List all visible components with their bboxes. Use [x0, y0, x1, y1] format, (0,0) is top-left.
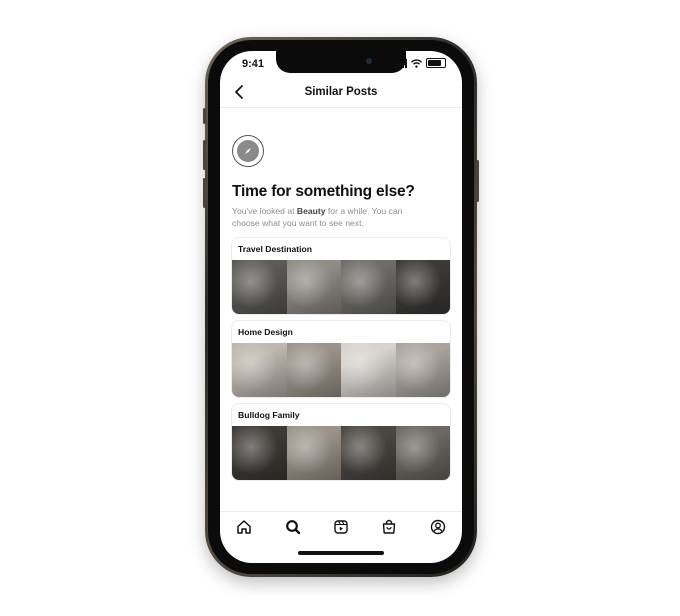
topic-name: Beauty — [296, 206, 326, 216]
page-title: Similar Posts — [304, 86, 378, 98]
topic-card-travel-destination[interactable]: Travel Destination — [231, 237, 451, 315]
thumbnail-image — [341, 426, 396, 480]
thumbnail-image — [232, 260, 287, 314]
compass-icon — [232, 135, 264, 167]
thumbnail-image — [395, 260, 450, 314]
tab-bar — [220, 511, 462, 542]
thumbnail-image — [286, 343, 341, 397]
thumbnail-image — [341, 343, 396, 397]
prompt-subtext: You've looked at Beauty for a while. You… — [232, 206, 403, 228]
notch — [276, 51, 406, 73]
topic-thumbnails — [232, 260, 450, 314]
search-icon[interactable] — [283, 517, 303, 537]
wifi-icon — [411, 58, 422, 68]
volume-down-button — [203, 178, 206, 208]
front-camera — [366, 58, 372, 64]
topic-thumbnails — [232, 426, 450, 480]
thumbnail-image — [286, 260, 341, 314]
thumbnail-image — [395, 343, 450, 397]
shop-icon[interactable] — [379, 517, 399, 537]
status-icons — [396, 58, 446, 68]
topic-card-title: Travel Destination — [238, 244, 313, 254]
topic-card-title: Home Design — [238, 327, 293, 337]
battery-icon — [426, 58, 446, 68]
power-button — [476, 160, 479, 202]
reels-icon[interactable] — [331, 517, 351, 537]
thumbnail-image — [232, 343, 287, 397]
cellular-signal-icon — [396, 58, 407, 68]
thumbnail-image — [395, 426, 450, 480]
home-indicator[interactable] — [298, 551, 384, 555]
home-icon[interactable] — [234, 517, 254, 537]
topic-card-home-design[interactable]: Home Design — [231, 320, 451, 398]
prompt-headline: Time for something else? — [232, 183, 415, 200]
topic-card-title: Bulldog Family — [238, 410, 300, 420]
volume-up-button — [203, 140, 206, 170]
thumbnail-image — [286, 426, 341, 480]
profile-icon[interactable] — [428, 517, 448, 537]
thumbnail-image — [232, 426, 287, 480]
status-time: 9:41 — [242, 58, 265, 70]
thumbnail-image — [341, 260, 396, 314]
topic-card-bulldog-family[interactable]: Bulldog Family — [231, 403, 451, 481]
nav-bar: Similar Posts — [220, 81, 462, 108]
mute-switch — [203, 108, 206, 124]
phone-screen: 9:41 Similar Posts Time for something el… — [220, 51, 462, 563]
topic-thumbnails — [232, 343, 450, 397]
